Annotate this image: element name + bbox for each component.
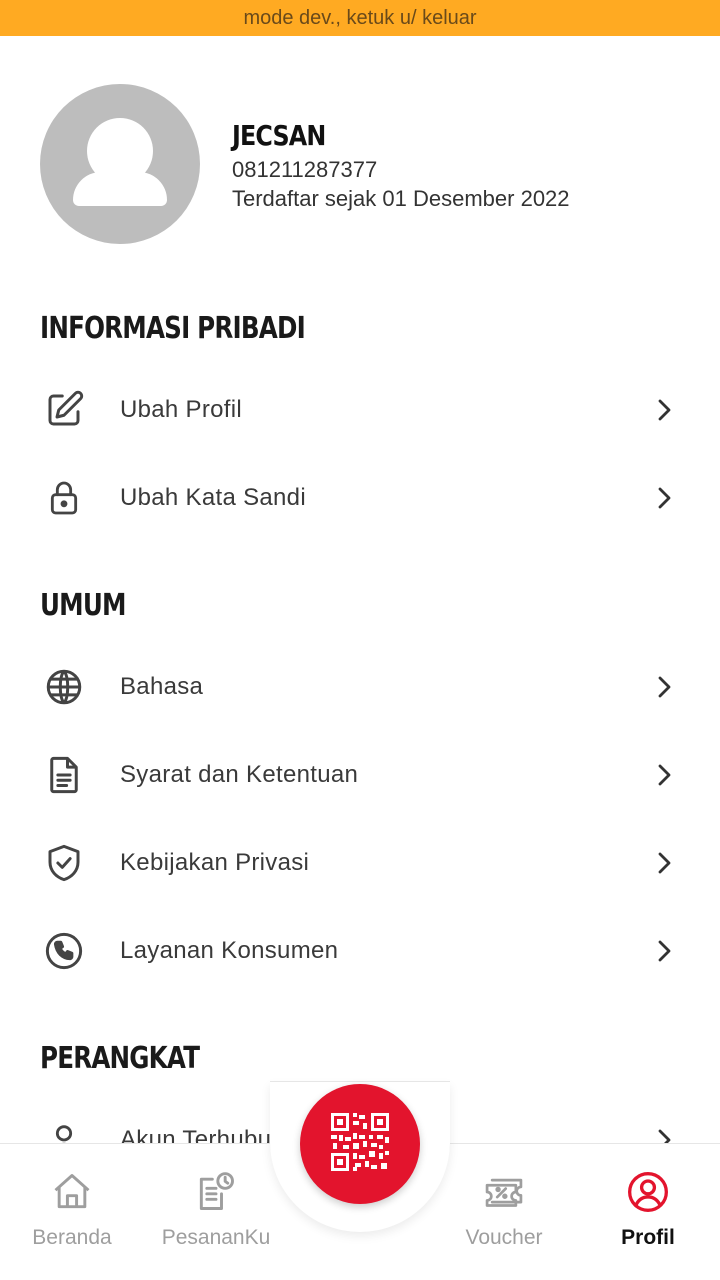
chevron-right-icon: [652, 763, 676, 787]
edit-icon: [40, 386, 88, 434]
qr-code-icon: [331, 1112, 389, 1176]
chevron-right-icon: [652, 939, 676, 963]
menu-item-label: Bahasa: [120, 673, 204, 700]
menu-item-customer-service[interactable]: Layanan Konsumen: [0, 907, 720, 995]
chevron-right-icon: [652, 486, 676, 510]
menu-item-edit-profile[interactable]: Ubah Profil: [0, 366, 720, 454]
avatar-shoulders-shape: [73, 172, 167, 206]
profile-phone: 081211287377: [232, 157, 378, 182]
menu-item-privacy[interactable]: Kebijakan Privasi: [0, 819, 720, 907]
phone-icon: [40, 927, 88, 975]
menu-item-language[interactable]: Bahasa: [0, 643, 720, 731]
menu-item-terms[interactable]: Syarat dan Ketentuan: [0, 731, 720, 819]
dev-mode-banner[interactable]: mode dev., ketuk u/ keluar: [0, 0, 720, 36]
lock-icon: [40, 474, 88, 522]
globe-icon: [40, 663, 88, 711]
chevron-right-icon: [652, 675, 676, 699]
menu-item-label: Syarat dan Ketentuan: [120, 761, 359, 788]
nav-item-home[interactable]: Beranda: [0, 1170, 144, 1260]
nav-item-orders[interactable]: PesananKu: [144, 1170, 288, 1260]
home-icon: [50, 1170, 94, 1214]
menu-item-label: Ubah Kata Sandi: [120, 484, 306, 511]
profile-icon: [626, 1170, 670, 1214]
profile-header: JECSAN 081211287377 Terdaftar sejak 01 D…: [0, 84, 720, 244]
nav-label: Profil: [621, 1226, 675, 1249]
section-title-general: UMUM: [40, 588, 126, 623]
voucher-icon: [482, 1170, 526, 1214]
nav-label: PesananKu: [161, 1226, 271, 1249]
menu-item-label: Ubah Profil: [120, 396, 243, 423]
nav-label: Beranda: [32, 1226, 112, 1249]
profile-info: JECSAN 081211287377 Terdaftar sejak 01 D…: [232, 120, 570, 214]
shield-check-icon: [40, 839, 88, 887]
nav-item-profile[interactable]: Profil: [576, 1170, 720, 1260]
section-title-device: PERANGKAT: [40, 1041, 200, 1076]
profile-name: JECSAN: [232, 119, 326, 152]
avatar[interactable]: [40, 84, 200, 244]
nav-item-voucher[interactable]: Voucher: [432, 1170, 576, 1260]
chevron-right-icon: [652, 398, 676, 422]
nav-label: Voucher: [465, 1226, 543, 1249]
profile-registered-date: Terdaftar sejak 01 Desember 2022: [232, 186, 570, 211]
menu-item-change-password[interactable]: Ubah Kata Sandi: [0, 454, 720, 542]
document-icon: [40, 751, 88, 799]
orders-clock-icon: [194, 1170, 238, 1214]
menu-item-label: Layanan Konsumen: [120, 937, 339, 964]
menu-item-label: Kebijakan Privasi: [120, 849, 310, 876]
qr-scan-button[interactable]: [300, 1084, 420, 1204]
section-title-personal: INFORMASI PRIBADI: [40, 311, 306, 346]
chevron-right-icon: [652, 851, 676, 875]
